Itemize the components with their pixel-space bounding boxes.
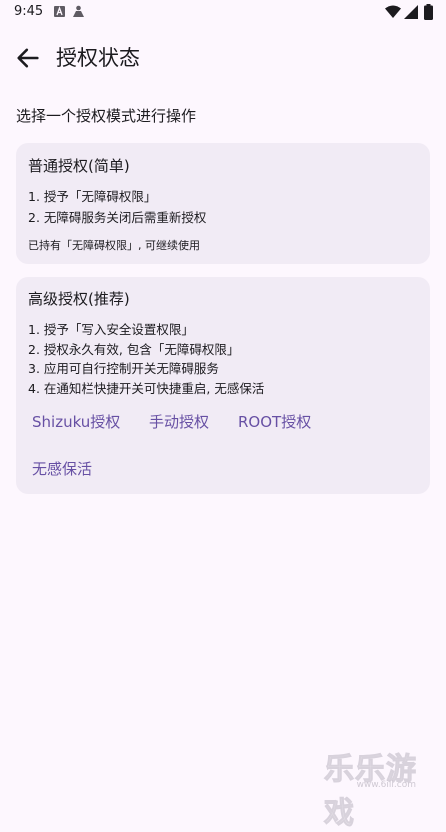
notification-person-icon — [73, 5, 84, 17]
card-line: 4. 在通知栏快捷开关可快捷重启, 无感保活 — [28, 381, 265, 396]
arrow-back-icon[interactable] — [14, 44, 42, 72]
card-line: 1. 授予「无障碍权限」 — [28, 189, 157, 204]
wifi-icon — [385, 5, 401, 18]
watermark-url: www.6ill.com — [356, 780, 416, 790]
notification-a-icon — [54, 6, 65, 17]
root-auth-button[interactable]: ROOT授权 — [238, 411, 311, 432]
normal-auth-card: 普通授权(简单) 1. 授予「无障碍权限」 2. 无障碍服务关闭后需重新授权 已… — [16, 143, 430, 264]
card-line: 3. 应用可自行控制开关无障碍服务 — [28, 361, 219, 376]
manual-auth-button[interactable]: 手动授权 — [149, 411, 209, 432]
card-line: 2. 无障碍服务关闭后需重新授权 — [28, 210, 207, 225]
status-time: 9:45 — [14, 4, 44, 19]
status-note: 已持有「无障碍权限」, 可继续使用 — [28, 239, 200, 252]
card-title: 高级授权(推荐) — [28, 290, 130, 308]
battery-icon — [424, 4, 433, 20]
card-line: 1. 授予「写入安全设置权限」 — [28, 322, 194, 337]
page-title: 授权状态 — [56, 46, 140, 70]
advanced-auth-card: 高级授权(推荐) 1. 授予「写入安全设置权限」 2. 授权永久有效, 包含「无… — [16, 277, 430, 494]
shizuku-auth-button[interactable]: Shizuku授权 — [32, 411, 120, 432]
keep-alive-button[interactable]: 无感保活 — [32, 458, 92, 479]
card-line: 2. 授权永久有效, 包含「无障碍权限」 — [28, 342, 240, 357]
status-bar: 9:45 — [0, 0, 446, 26]
signal-icon — [404, 5, 418, 19]
site-watermark: 乐乐游戏 www.6ill.com — [324, 744, 442, 832]
instruction-text: 选择一个授权模式进行操作 — [16, 107, 197, 125]
app-bar: 授权状态 — [0, 30, 446, 86]
card-title: 普通授权(简单) — [28, 157, 130, 175]
